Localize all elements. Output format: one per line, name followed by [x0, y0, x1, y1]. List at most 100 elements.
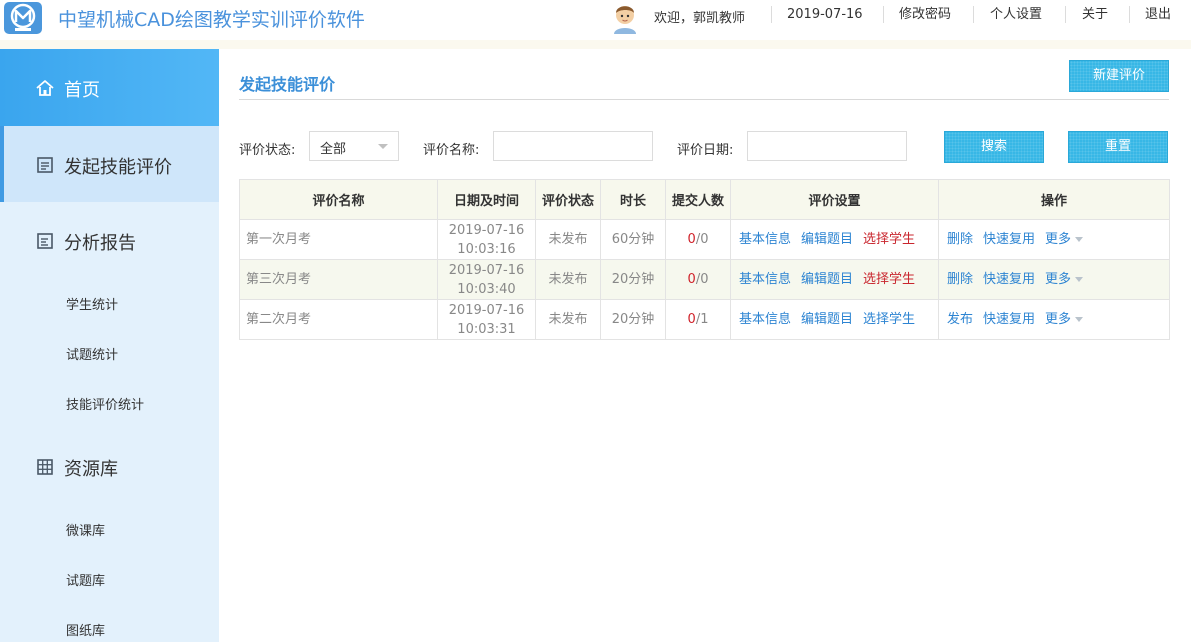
grid-icon [35, 457, 55, 477]
column-header: 评价名称 [239, 179, 438, 220]
sidebar-item-launch-eval[interactable]: 发起技能评价 [0, 126, 219, 202]
duration-cell: 20分钟 [600, 299, 666, 340]
change-password-link[interactable]: 修改密码 [899, 6, 951, 24]
select-students-link[interactable]: 选择学生 [863, 232, 915, 247]
delete-link[interactable]: 删除 [947, 232, 973, 247]
report-icon [35, 231, 55, 251]
name-filter-label: 评价名称: [423, 143, 480, 158]
select-students-link[interactable]: 选择学生 [863, 312, 915, 327]
form-icon [35, 155, 55, 175]
header-divider [771, 6, 772, 23]
chevron-down-icon[interactable] [1075, 237, 1084, 242]
datetime-cell: 2019-07-16 10:03:40 [437, 259, 536, 300]
header-divider [1129, 6, 1130, 23]
reset-button[interactable]: 重置 [1068, 131, 1168, 163]
sidebar-subitem-skill-eval-stats[interactable]: 技能评价统计 [66, 394, 144, 413]
home-icon [35, 78, 55, 98]
more-link[interactable]: 更多 [1045, 312, 1071, 327]
status-select[interactable]: 全部 [309, 131, 399, 161]
actions-cell: 删除 快速复用 更多 [938, 219, 1170, 260]
sidebar-subitem-student-stats[interactable]: 学生统计 [66, 294, 118, 313]
logout-link[interactable]: 退出 [1145, 6, 1171, 24]
sidebar-subitem-question-bank[interactable]: 试题库 [66, 570, 105, 589]
sidebar-item-label: 发起技能评价 [64, 157, 172, 178]
chevron-down-icon[interactable] [1075, 277, 1084, 282]
sidebar-subitem-drawing-bank[interactable]: 图纸库 [66, 620, 105, 639]
more-link[interactable]: 更多 [1045, 232, 1071, 247]
total-count: /0 [695, 232, 709, 247]
actions-cell: 发布 快速复用 更多 [938, 299, 1170, 340]
table-row: 第一次月考 2019-07-16 10:03:16 未发布 60分钟 0/0 基本… [239, 219, 1170, 260]
edit-questions-link[interactable]: 编辑题目 [801, 272, 853, 287]
quick-reuse-link[interactable]: 快速复用 [983, 312, 1035, 327]
sidebar-item-home[interactable]: 首页 [0, 49, 219, 126]
status-filter-label: 评价状态: [239, 143, 296, 158]
page-title: 发起技能评价 [239, 75, 336, 94]
submit-count-cell: 0/0 [665, 259, 731, 300]
quick-reuse-link[interactable]: 快速复用 [983, 272, 1035, 287]
datetime-cell: 2019-07-16 10:03:31 [437, 299, 536, 340]
chevron-down-icon[interactable] [1075, 317, 1084, 322]
delete-link[interactable]: 删除 [947, 272, 973, 287]
column-header: 评价状态 [535, 179, 601, 220]
basic-info-link[interactable]: 基本信息 [739, 232, 791, 247]
more-link[interactable]: 更多 [1045, 272, 1071, 287]
sidebar-item-label: 分析报告 [64, 233, 136, 254]
publish-link[interactable]: 发布 [947, 312, 973, 327]
date-text: 2019-07-16 [448, 222, 525, 238]
edit-questions-link[interactable]: 编辑题目 [801, 232, 853, 247]
name-input[interactable] [493, 131, 653, 161]
column-header: 日期及时间 [437, 179, 536, 220]
submitted-count: 0 [687, 272, 696, 287]
sidebar: 首页 发起技能评价 分析报告 学生统计 试题统计 技能评价统计 资源库 微课库 … [0, 49, 219, 642]
sidebar-subitem-question-stats[interactable]: 试题统计 [66, 344, 118, 363]
new-eval-button[interactable]: 新建评价 [1069, 60, 1169, 92]
basic-info-link[interactable]: 基本信息 [739, 272, 791, 287]
header-divider [883, 6, 884, 23]
sidebar-item-resources[interactable]: 资源库 [0, 428, 219, 504]
date-text: 2019-07-16 [448, 302, 525, 318]
submitted-count: 0 [687, 312, 696, 327]
header-divider [973, 6, 974, 23]
date-input[interactable] [747, 131, 907, 161]
status-select-value: 全部 [320, 142, 347, 157]
duration-cell: 60分钟 [600, 219, 666, 260]
table-row: 第二次月考 2019-07-16 10:03:31 未发布 20分钟 0/1 基本… [239, 299, 1170, 340]
actions-cell: 删除 快速复用 更多 [938, 259, 1170, 300]
table-row: 第三次月考 2019-07-16 10:03:40 未发布 20分钟 0/0 基本… [239, 259, 1170, 300]
column-header: 操作 [938, 179, 1170, 220]
settings-cell: 基本信息 编辑题目 选择学生 [730, 259, 939, 300]
date-text: 2019-07-16 [448, 262, 525, 278]
column-header: 提交人数 [665, 179, 731, 220]
settings-cell: 基本信息 编辑题目 选择学生 [730, 219, 939, 260]
total-count: /1 [695, 312, 709, 327]
header-strip [0, 40, 1191, 49]
header-divider [1065, 6, 1066, 23]
sidebar-subitem-micro-course[interactable]: 微课库 [66, 520, 105, 539]
about-link[interactable]: 关于 [1082, 6, 1108, 24]
total-count: /0 [695, 272, 709, 287]
user-avatar[interactable] [608, 0, 642, 34]
submitted-count: 0 [687, 232, 696, 247]
edit-questions-link[interactable]: 编辑题目 [801, 312, 853, 327]
app-title: 中望机械CAD绘图教学实训评价软件 [58, 9, 365, 31]
date-filter-label: 评价日期: [677, 143, 734, 158]
duration-cell: 20分钟 [600, 259, 666, 300]
eval-name-cell: 第二次月考 [239, 299, 438, 340]
quick-reuse-link[interactable]: 快速复用 [983, 232, 1035, 247]
sidebar-item-analysis[interactable]: 分析报告 [0, 202, 219, 278]
top-header: 中望机械CAD绘图教学实训评价软件 欢迎，郭凯教师 2019-07-16 修改密… [0, 0, 1191, 40]
title-divider [239, 99, 1169, 100]
select-students-link[interactable]: 选择学生 [863, 272, 915, 287]
personal-settings-link[interactable]: 个人设置 [990, 6, 1042, 24]
time-text: 10:03:31 [457, 321, 516, 337]
eval-name-cell: 第一次月考 [239, 219, 438, 260]
status-cell: 未发布 [535, 299, 601, 340]
search-button[interactable]: 搜索 [944, 131, 1044, 163]
submit-count-cell: 0/1 [665, 299, 731, 340]
table-header-row: 评价名称 日期及时间 评价状态 时长 提交人数 评价设置 操作 [239, 179, 1170, 220]
basic-info-link[interactable]: 基本信息 [739, 312, 791, 327]
chevron-down-icon [378, 144, 388, 149]
column-header: 评价设置 [730, 179, 939, 220]
submit-count-cell: 0/0 [665, 219, 731, 260]
